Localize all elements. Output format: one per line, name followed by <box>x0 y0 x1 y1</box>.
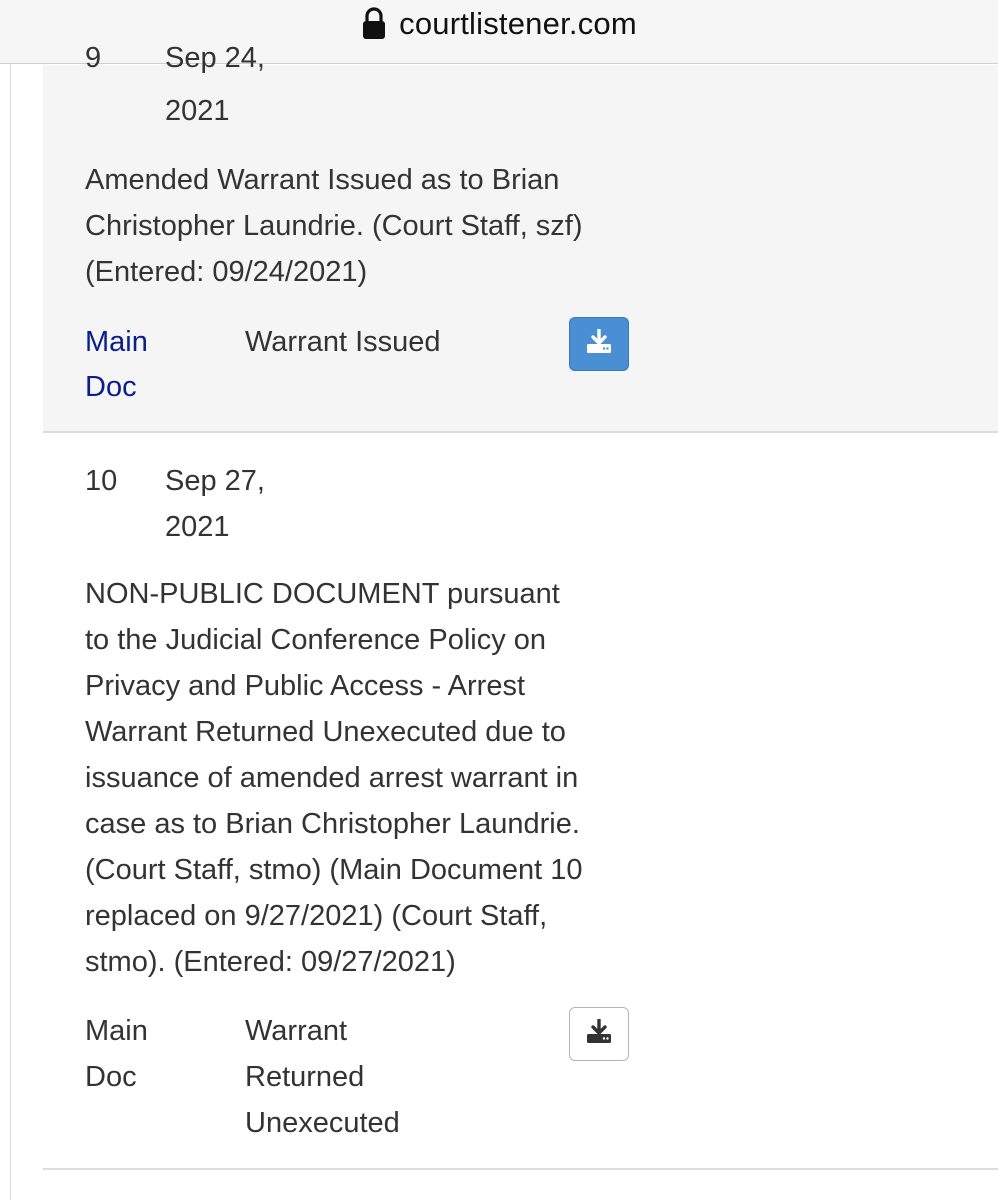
entry-date-line2: 2021 <box>165 95 230 127</box>
entry-description-line: Amended Warrant Issued as to Brian <box>85 164 560 196</box>
address-bar-domain[interactable]: courtlistener.com <box>399 6 637 42</box>
entry-number: 10 <box>85 465 118 497</box>
lock-icon <box>361 7 387 41</box>
download-button[interactable] <box>569 1007 629 1061</box>
entry-date-line2: 2021 <box>165 511 230 543</box>
address-bar-content: courtlistener.com <box>0 4 998 44</box>
browser-address-bar[interactable]: courtlistener.com <box>0 0 998 64</box>
entry-date-line1: Sep 27, <box>165 465 265 497</box>
entry-description-line: (Court Staff, stmo) (Main Document 10 <box>85 854 583 886</box>
entry-description-line: NON-PUBLIC DOCUMENT pursuant <box>85 578 560 610</box>
entry-number: 9 <box>85 42 102 74</box>
entry-description-line: Warrant Returned Unexecuted due to <box>85 716 566 748</box>
entry-description-line: (Entered: 09/24/2021) <box>85 256 368 288</box>
entry-description-line: to the Judicial Conference Policy on <box>85 624 547 656</box>
document-description-line: Warrant <box>245 1015 348 1047</box>
entry-description-line: Christopher Laundrie. (Court Staff, szf) <box>85 210 583 242</box>
docket-entry-10: 10 Sep 27, 2021 NON-PUBLIC DOCUMENT purs… <box>43 433 998 1170</box>
download-icon <box>585 327 613 360</box>
document-description-line: Unexecuted <box>245 1107 400 1139</box>
docket-entry-9: 9 Sep 24, 2021 Amended Warrant Issued as… <box>43 42 998 433</box>
entry-date-line1: Sep 24, <box>165 42 265 74</box>
entry-description-line: stmo). (Entered: 09/27/2021) <box>85 946 456 978</box>
page-left-border <box>0 64 11 1200</box>
entry-description-line: case as to Brian Christopher Laundrie. <box>85 808 580 840</box>
main-doc-label-line2: Doc <box>85 1061 137 1093</box>
main-doc-link-line2[interactable]: Doc <box>85 364 195 410</box>
document-description-line: Returned <box>245 1061 365 1093</box>
download-button[interactable] <box>569 317 629 371</box>
entry-description-line: Privacy and Public Access - Arrest <box>85 670 525 702</box>
download-icon <box>585 1017 613 1050</box>
main-doc-link[interactable]: Main <box>85 319 195 365</box>
main-doc-label: Main <box>85 1015 148 1047</box>
document-description: Warrant Issued <box>245 326 441 358</box>
entry-description-line: issuance of amended arrest warrant in <box>85 762 579 794</box>
entry-description-line: replaced on 9/27/2021) (Court Staff, <box>85 900 548 932</box>
